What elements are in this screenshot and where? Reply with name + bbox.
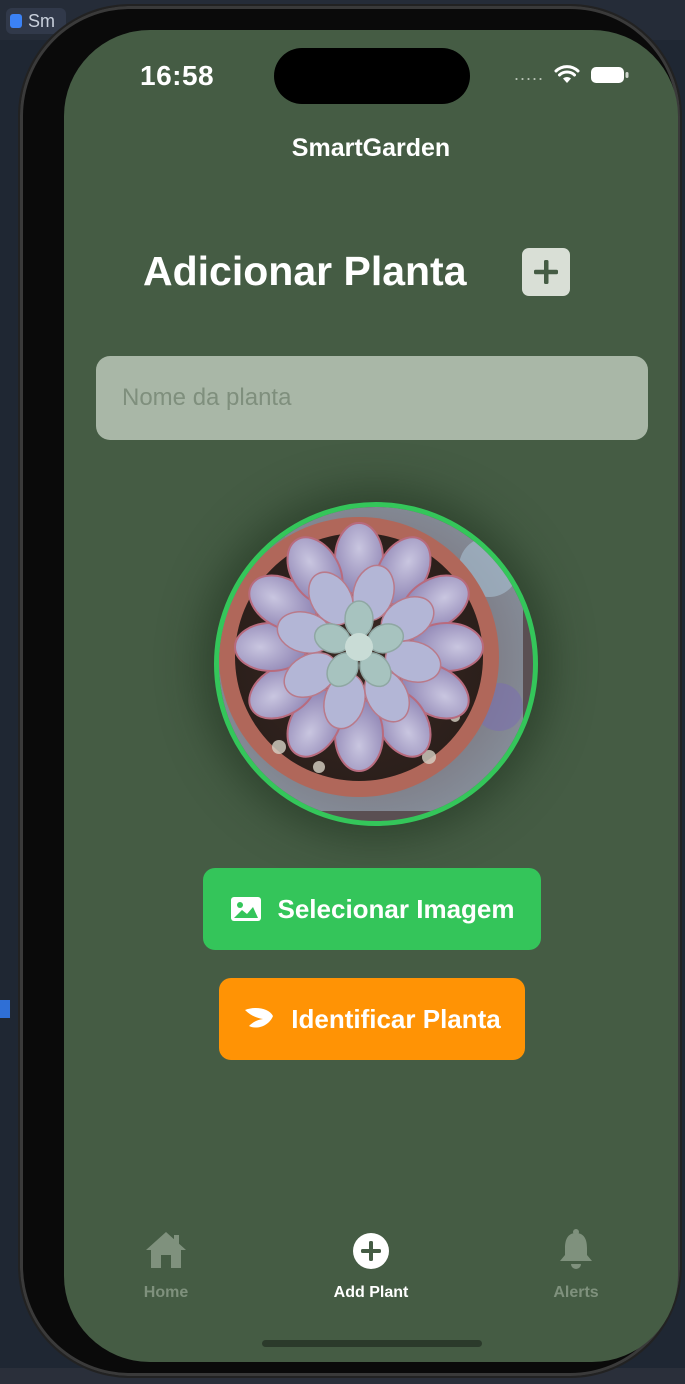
- status-icons: .....: [514, 64, 630, 85]
- background-tab-label: Sm: [28, 11, 55, 31]
- battery-icon: [590, 65, 630, 85]
- home-indicator[interactable]: [262, 1340, 482, 1347]
- plant-photo: [214, 502, 538, 826]
- cellular-signal-icon: .....: [513, 64, 544, 84]
- plant-name-input[interactable]: [96, 356, 648, 440]
- home-icon: [96, 1226, 236, 1270]
- leaf-icon: [243, 1006, 275, 1032]
- add-square-icon: [522, 248, 570, 296]
- dynamic-island: [274, 48, 470, 104]
- background-window-tab: Sm: [6, 8, 66, 34]
- page-title: Adicionar Planta: [143, 248, 467, 294]
- status-time: 16:58: [140, 60, 215, 91]
- select-image-button[interactable]: Selecionar Imagem: [203, 868, 541, 950]
- tab-bar: Home Add Plant Alerts: [64, 1226, 678, 1316]
- wifi-icon: [554, 64, 580, 85]
- image-icon: [230, 896, 262, 922]
- tab-alerts-label: Alerts: [553, 1284, 599, 1301]
- background-app-icon: [10, 14, 22, 28]
- tab-add-plant-label: Add Plant: [333, 1284, 409, 1301]
- tab-add-plant[interactable]: Add Plant: [301, 1226, 441, 1302]
- identify-plant-label: Identificar Planta: [291, 1003, 501, 1034]
- background-selection-marker: [0, 1000, 10, 1018]
- identify-plant-button[interactable]: Identificar Planta: [219, 978, 525, 1060]
- app-screen: 16:58 ..... SmartGarden Adicionar Planta: [64, 30, 678, 1362]
- app-title: SmartGarden: [291, 134, 451, 162]
- plus-circle-icon: [301, 1226, 441, 1270]
- tab-alerts[interactable]: Alerts: [506, 1226, 646, 1302]
- select-image-label: Selecionar Imagem: [277, 893, 515, 924]
- tab-home-label: Home: [143, 1284, 189, 1301]
- phone-frame: 16:58 ..... SmartGarden Adicionar Planta: [20, 6, 680, 1376]
- bell-icon: [506, 1226, 646, 1270]
- tab-home[interactable]: Home: [96, 1226, 236, 1302]
